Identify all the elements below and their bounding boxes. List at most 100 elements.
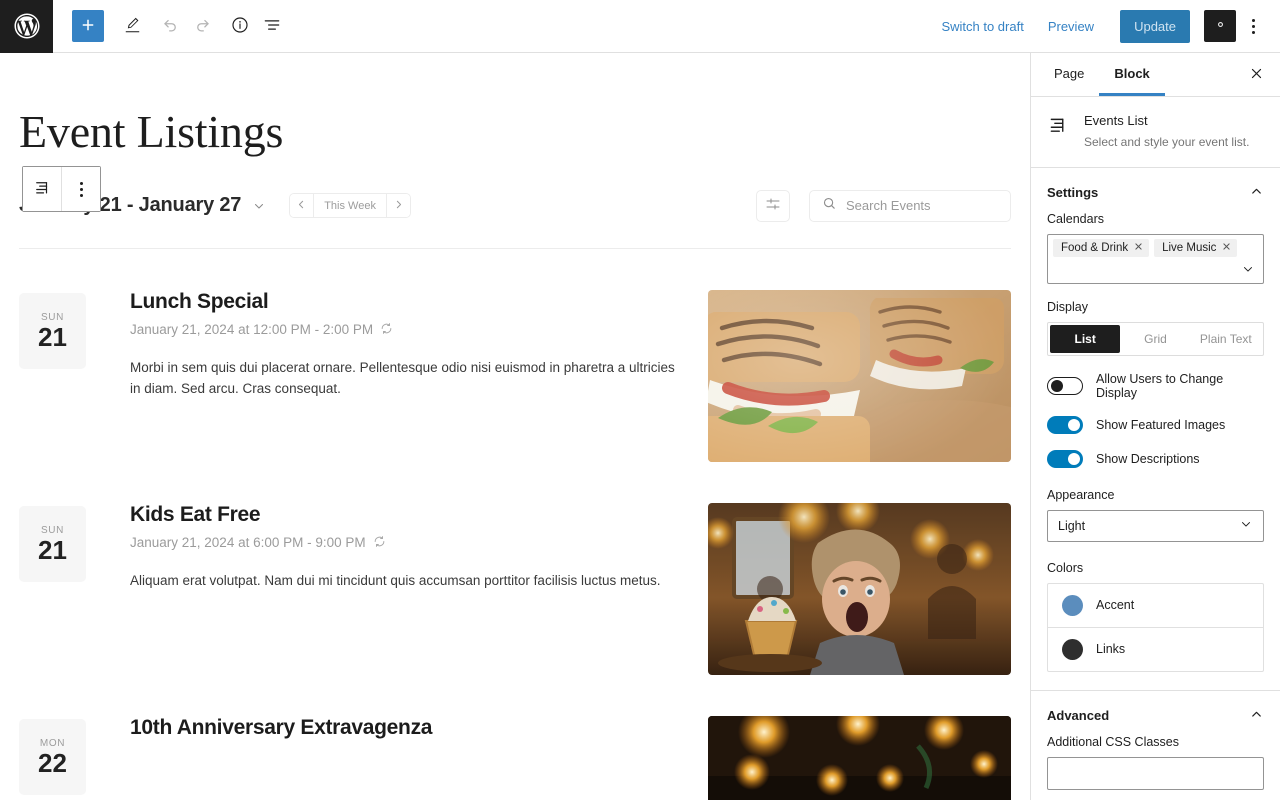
undo-button[interactable] xyxy=(154,10,186,42)
calendars-token-field[interactable]: Food & Drink Live Music xyxy=(1047,233,1264,284)
event-datetime: January 21, 2024 at 6:00 PM - 9:00 PM xyxy=(130,535,366,551)
top-bar-left-tools xyxy=(53,10,288,42)
display-segmented-control: List Grid Plain Text xyxy=(1047,321,1264,356)
toggle-label: Show Featured Images xyxy=(1096,417,1226,432)
recurring-event-icon xyxy=(380,322,393,338)
pencil-icon xyxy=(123,15,142,37)
search-icon xyxy=(822,196,837,216)
event-date-badge: SUN 21 xyxy=(19,505,86,582)
chevron-down-icon[interactable] xyxy=(252,199,266,213)
advanced-section-header[interactable]: Advanced xyxy=(1031,691,1280,735)
tab-page[interactable]: Page xyxy=(1039,53,1099,96)
calendars-label: Calendars xyxy=(1047,211,1104,226)
events-list-block[interactable]: January 21 - January 27 This Week Search… xyxy=(19,189,1011,800)
show-descriptions-toggle[interactable] xyxy=(1047,449,1083,468)
toggle-row-featured-images: Show Featured Images xyxy=(1047,415,1264,434)
week-navigation-group: This Week xyxy=(289,193,411,219)
color-row-accent[interactable]: Accent xyxy=(1048,584,1263,627)
preview-button[interactable]: Preview xyxy=(1036,11,1106,42)
event-title[interactable]: 10th Anniversary Extravagenza xyxy=(130,716,680,740)
event-meta: January 21, 2024 at 12:00 PM - 2:00 PM xyxy=(130,322,680,338)
advanced-section-body: Additional CSS Classes Separate multiple… xyxy=(1031,735,1280,800)
display-option-plain-text[interactable]: Plain Text xyxy=(1191,325,1261,353)
block-name: Events List xyxy=(1084,113,1148,128)
event-featured-image[interactable] xyxy=(708,715,1011,800)
advanced-section-title: Advanced xyxy=(1047,708,1110,724)
close-icon[interactable] xyxy=(1222,242,1231,254)
tab-block[interactable]: Block xyxy=(1099,53,1165,96)
search-events-box[interactable] xyxy=(809,189,1011,222)
event-meta: January 21, 2024 at 6:00 PM - 9:00 PM xyxy=(130,535,680,551)
events-nav-row: January 21 - January 27 This Week xyxy=(19,189,1011,248)
event-body: Lunch Special January 21, 2024 at 12:00 … xyxy=(86,290,708,401)
event-featured-image[interactable] xyxy=(708,289,1011,462)
edit-mode-button[interactable] xyxy=(116,10,148,42)
event-day-number: 21 xyxy=(38,534,67,565)
details-button[interactable] xyxy=(224,10,256,42)
calendar-token[interactable]: Food & Drink xyxy=(1053,238,1150,257)
more-options-button[interactable] xyxy=(1238,10,1268,42)
event-date-badge: SUN 21 xyxy=(19,292,86,369)
color-row-links[interactable]: Links xyxy=(1048,626,1263,671)
chevron-down-icon[interactable] xyxy=(1241,262,1259,279)
appearance-label: Appearance xyxy=(1047,487,1115,502)
chevron-down-icon xyxy=(1239,517,1253,534)
filter-button[interactable] xyxy=(756,189,790,222)
this-week-button[interactable]: This Week xyxy=(313,194,387,218)
links-color-swatch xyxy=(1062,638,1083,660)
display-option-list[interactable]: List xyxy=(1050,324,1121,353)
update-button[interactable]: Update xyxy=(1120,9,1190,43)
search-input[interactable] xyxy=(846,198,998,214)
event-title[interactable]: Kids Eat Free xyxy=(130,503,680,527)
appearance-value: Light xyxy=(1058,518,1086,533)
additional-css-classes-input[interactable] xyxy=(1047,756,1264,790)
event-list-item[interactable]: SUN 21 Lunch Special January 21, 2024 at… xyxy=(19,249,1011,462)
redo-button[interactable] xyxy=(186,10,218,42)
event-body: Kids Eat Free January 21, 2024 at 6:00 P… xyxy=(86,503,708,592)
settings-sidebar-button[interactable] xyxy=(1204,10,1236,42)
settings-sidebar: Page Block Events List Select and style … xyxy=(1030,53,1280,800)
settings-section-header[interactable]: Settings xyxy=(1031,168,1280,212)
page-title[interactable]: Event Listings xyxy=(19,106,1011,158)
wordpress-logo-button[interactable] xyxy=(0,0,53,53)
event-list-item[interactable]: SUN 21 Kids Eat Free January 21, 2024 at… xyxy=(19,462,1011,675)
event-day-of-week: SUN xyxy=(41,524,64,536)
allow-users-change-display-toggle[interactable] xyxy=(1047,376,1083,395)
event-day-number: 21 xyxy=(38,321,67,352)
switch-to-draft-button[interactable]: Switch to draft xyxy=(929,11,1035,42)
previous-week-button[interactable] xyxy=(290,194,314,218)
info-circle-icon xyxy=(230,15,250,38)
chevron-left-icon xyxy=(296,199,307,213)
calendar-token[interactable]: Live Music xyxy=(1154,238,1238,257)
accent-color-swatch xyxy=(1062,594,1083,616)
events-list-icon xyxy=(33,179,51,200)
show-featured-images-toggle[interactable] xyxy=(1047,415,1083,434)
block-info-card: Events List Select and style your event … xyxy=(1031,97,1280,168)
next-week-button[interactable] xyxy=(386,194,410,218)
redo-arrow-icon xyxy=(193,15,212,37)
editor-top-bar: Switch to draft Preview Update xyxy=(0,0,1280,53)
block-toolbar xyxy=(22,166,101,212)
block-type-button[interactable] xyxy=(23,167,61,211)
list-view-button[interactable] xyxy=(256,10,288,42)
kebab-menu-icon xyxy=(1251,18,1255,34)
toggle-row-descriptions: Show Descriptions xyxy=(1047,449,1264,468)
close-icon xyxy=(1249,66,1264,84)
chevron-right-icon xyxy=(393,199,404,213)
close-icon[interactable] xyxy=(1134,242,1143,254)
event-featured-image[interactable] xyxy=(708,502,1011,675)
event-list-item[interactable]: MON 22 10th Anniversary Extravagenza xyxy=(19,675,1011,800)
event-date-badge: MON 22 xyxy=(19,718,86,795)
add-block-button[interactable] xyxy=(72,10,104,42)
gear-icon xyxy=(1212,16,1229,36)
settings-section-body: Calendars Food & Drink Live Music Displa… xyxy=(1031,212,1280,672)
color-label: Accent xyxy=(1096,598,1135,613)
block-options-button[interactable] xyxy=(62,167,100,211)
display-option-grid[interactable]: Grid xyxy=(1120,325,1190,353)
event-title[interactable]: Lunch Special xyxy=(130,290,680,314)
events-search-area xyxy=(756,189,1011,222)
event-body: 10th Anniversary Extravagenza xyxy=(86,716,708,748)
appearance-select[interactable]: Light xyxy=(1047,509,1264,542)
close-sidebar-button[interactable] xyxy=(1240,59,1272,91)
calendar-token-label: Food & Drink xyxy=(1061,241,1129,254)
